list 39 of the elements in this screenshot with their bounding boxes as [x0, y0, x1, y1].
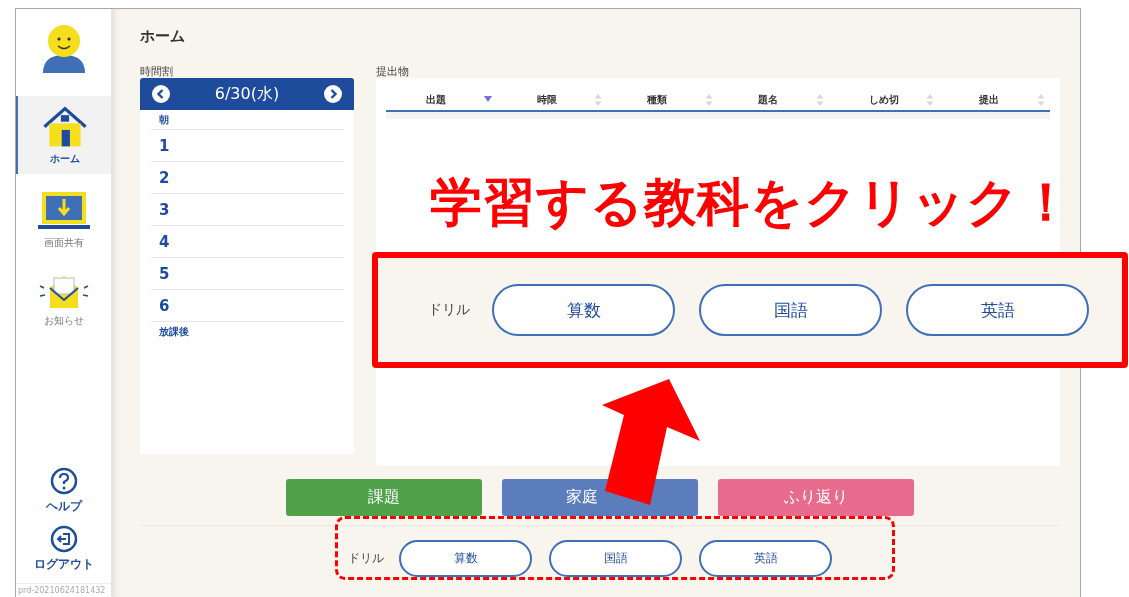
subject-button[interactable]: 算数 [492, 284, 675, 336]
sidebar-item[interactable]: ホーム [16, 96, 111, 174]
version-text: prd-20210624181432 [16, 583, 111, 597]
page-title: ホーム [140, 27, 186, 47]
laptop-download-icon [35, 190, 92, 232]
avatar-icon [40, 23, 87, 73]
column-header[interactable]: 時限 [536, 93, 557, 107]
date-text: 6/30(水) [214, 83, 280, 105]
period-label: 6 [159, 296, 170, 315]
callout-text: 学習する教科をクリック！ [430, 171, 1073, 234]
period-label: 放課後 [159, 324, 189, 339]
help-icon [49, 467, 78, 495]
previous-day-icon[interactable] [152, 85, 170, 103]
subject-button[interactable]: 英語 [906, 284, 1089, 336]
logout-icon [49, 525, 78, 553]
next-day-icon[interactable] [324, 85, 342, 103]
period-label: 5 [159, 264, 170, 283]
column-header[interactable]: 出題 [426, 93, 446, 107]
column-header[interactable]: 提出 [979, 93, 1000, 107]
subject-button[interactable]: 算数 [399, 540, 532, 577]
sidebar-item[interactable]: お知らせ [16, 258, 111, 336]
column-header[interactable]: 種類 [647, 93, 668, 107]
logout-link[interactable]: ログアウト [16, 525, 111, 573]
period-label: 3 [159, 200, 170, 219]
subject-button[interactable]: 国語 [699, 284, 882, 336]
column-header[interactable]: しめ切 [868, 93, 899, 107]
period-label: 2 [159, 168, 170, 187]
period-label: 朝 [159, 112, 169, 127]
column-header[interactable]: 題名 [758, 93, 778, 107]
help-link[interactable]: ヘルプ [16, 467, 111, 515]
period-label: 1 [159, 136, 170, 155]
sidebar-item[interactable]: 画面共有 [16, 180, 111, 258]
subject-button[interactable]: 国語 [549, 540, 682, 577]
drill-label: ドリル [428, 301, 470, 319]
subject-button[interactable]: 英語 [699, 540, 832, 577]
section-label: 時間割 [140, 64, 174, 78]
section-label: 提出物 [376, 64, 410, 78]
period-label: 4 [159, 232, 170, 251]
drill-label: ドリル [348, 550, 384, 567]
